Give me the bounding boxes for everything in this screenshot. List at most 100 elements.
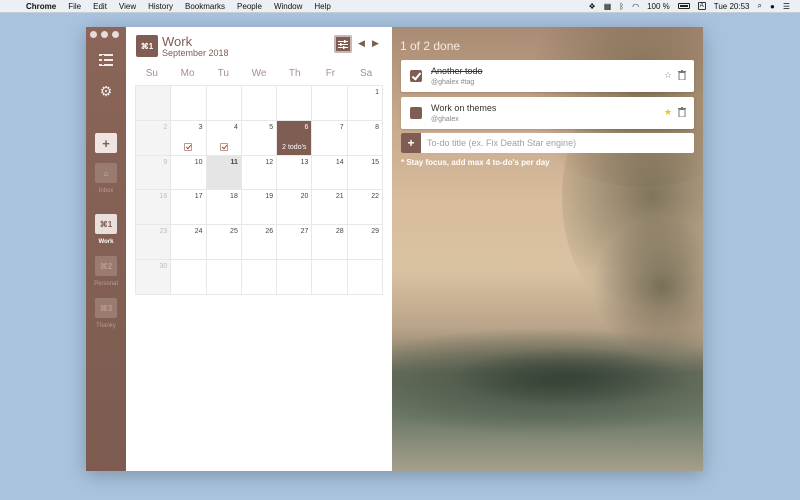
calendar-day[interactable]: 16 (136, 190, 172, 226)
calendar-day[interactable]: 30 (136, 260, 172, 295)
spotlight-search-icon[interactable]: ⌕ (754, 1, 766, 11)
calendar-day[interactable]: 7 (312, 120, 348, 156)
calendar-empty-cell (171, 260, 207, 295)
todo-panel: 1 of 2 done Another todo @ghalex #tag ☆ … (392, 27, 703, 471)
list-view-icon[interactable] (86, 53, 126, 71)
dropbox-icon[interactable]: ❖ (585, 2, 600, 11)
list-work-button[interactable]: ⌘1 (95, 214, 117, 234)
calendar-day[interactable]: 12 (241, 155, 278, 191)
filter-button[interactable] (334, 35, 352, 53)
calendar-day[interactable]: 2 (136, 120, 172, 156)
calendar-day[interactable]: 11 (206, 155, 242, 191)
calendar-day[interactable]: 21 (312, 190, 348, 226)
app-menu[interactable]: Chrome (22, 2, 62, 11)
menu-history[interactable]: History (142, 2, 179, 11)
calendar-day[interactable]: 29 (347, 225, 383, 261)
star-filled-icon[interactable]: ★ (664, 107, 672, 118)
calendar-day[interactable]: 25 (206, 225, 242, 261)
trash-icon[interactable] (678, 70, 686, 80)
calendar-day[interactable]: 10 (171, 155, 207, 191)
menu-bar: Chrome File Edit View History Bookmarks … (0, 0, 800, 13)
calendar-day[interactable]: 14 (312, 155, 348, 191)
calendar-day[interactable]: 28 (312, 225, 348, 261)
calendar-grid: 1234562 todo's 7 8 9 10 11 12 13 14 15 16 17 18 19 20 2… (135, 85, 383, 295)
calendar-day[interactable]: 26 (241, 225, 278, 261)
add-list-button[interactable]: + (95, 133, 117, 153)
day-done-check-icon (184, 142, 193, 151)
list-personal-button[interactable]: ⌘2 (95, 256, 117, 276)
focus-hint: * Stay focus, add max 4 to-do's per day (401, 158, 550, 167)
day-number: 2 (163, 123, 168, 131)
next-month-button[interactable]: ▶ (372, 38, 379, 49)
star-outline-icon[interactable]: ☆ (664, 70, 672, 81)
battery-icon[interactable] (674, 2, 694, 11)
calendar-day[interactable]: 8 (347, 120, 383, 156)
calendar-day[interactable]: 23 (136, 225, 172, 261)
calendar-day[interactable]: 1 (347, 86, 383, 121)
calendar-day[interactable]: 13 (277, 155, 313, 191)
calendar-day[interactable]: 17 (171, 190, 207, 226)
menu-file[interactable]: File (62, 2, 87, 11)
day-number: 17 (194, 193, 203, 201)
calendar-day[interactable]: 19 (241, 190, 278, 226)
calendar-day[interactable]: 15 (347, 155, 383, 191)
day-number: 21 (335, 193, 344, 201)
calendar-day[interactable]: 6 2 todo's (277, 120, 313, 156)
zoom-window-button[interactable] (112, 31, 119, 38)
weekday-header: Su Mo Tu We Th Fr Sa (134, 68, 384, 79)
todo-checkbox[interactable] (410, 107, 422, 119)
calendar-day[interactable]: 3 (171, 120, 207, 156)
todo-item[interactable]: Another todo @ghalex #tag ☆ (401, 60, 694, 92)
notification-center-icon[interactable]: ☰ (779, 2, 794, 11)
calendar-day[interactable]: 22 (347, 190, 383, 226)
menu-edit[interactable]: Edit (87, 2, 113, 11)
calendar-day[interactable]: 5 (241, 120, 278, 156)
clock[interactable]: Tue 20:53 (710, 2, 754, 11)
todo-title-input[interactable] (427, 136, 687, 150)
menu-window[interactable]: Window (268, 2, 308, 11)
menu-bookmarks[interactable]: Bookmarks (179, 2, 231, 11)
calendar-panel: ⌘1 Work September 2018 ◀ ▶ Su Mo Tu We T… (126, 27, 392, 471)
sliders-icon (338, 39, 348, 49)
input-source-icon[interactable]: A (694, 2, 710, 11)
day-number: 15 (371, 158, 379, 166)
day-number: 30 (159, 263, 168, 271)
calendar-day[interactable]: 20 (277, 190, 313, 226)
menu-people[interactable]: People (231, 2, 268, 11)
trash-icon[interactable] (678, 107, 686, 117)
calendar-day[interactable]: 24 (171, 225, 207, 261)
menu-help[interactable]: Help (308, 2, 336, 11)
calendar-day[interactable]: 9 (136, 155, 172, 191)
gear-icon[interactable]: ⚙ (86, 83, 126, 100)
todo-item[interactable]: Work on themes @ghalex ★ (401, 97, 694, 129)
day-number: 5 (269, 123, 274, 131)
close-window-button[interactable] (90, 31, 97, 38)
menu-view[interactable]: View (113, 2, 142, 11)
todo-title: Another todo (431, 66, 483, 76)
day-number: 1 (375, 89, 379, 96)
list-shortcut-badge: ⌘1 (136, 35, 158, 57)
bluetooth-icon[interactable]: ᛒ (615, 2, 628, 11)
calendar-day[interactable]: 27 (277, 225, 313, 261)
add-todo-row: + (401, 133, 694, 153)
weekday-fr: Fr (325, 68, 336, 79)
user-avatar-icon[interactable]: ● (766, 2, 779, 11)
list-thanky-button[interactable]: ⌘3 (95, 298, 117, 318)
battery-percent[interactable]: 100 % (643, 2, 674, 11)
minimize-window-button[interactable] (101, 31, 108, 38)
day-number: 14 (335, 158, 344, 166)
list-personal-label: Personal (94, 281, 118, 287)
day-todo-count: 2 todo's (282, 143, 307, 151)
prev-month-button[interactable]: ◀ (358, 38, 365, 49)
todo-meta: @ghalex #tag (431, 79, 475, 86)
wifi-icon[interactable]: ◠ (628, 2, 643, 11)
day-number: 19 (265, 193, 274, 201)
todo-checkbox[interactable] (410, 70, 422, 82)
calendar-day[interactable]: 18 (206, 190, 242, 226)
calendar-day[interactable]: 4 (206, 120, 242, 156)
day-number: 29 (371, 228, 379, 236)
day-number: 12 (265, 158, 274, 166)
app-grid-icon[interactable]: ▦ (600, 2, 616, 11)
add-todo-button[interactable]: + (401, 133, 421, 153)
inbox-button[interactable]: ⌂ (95, 163, 117, 183)
